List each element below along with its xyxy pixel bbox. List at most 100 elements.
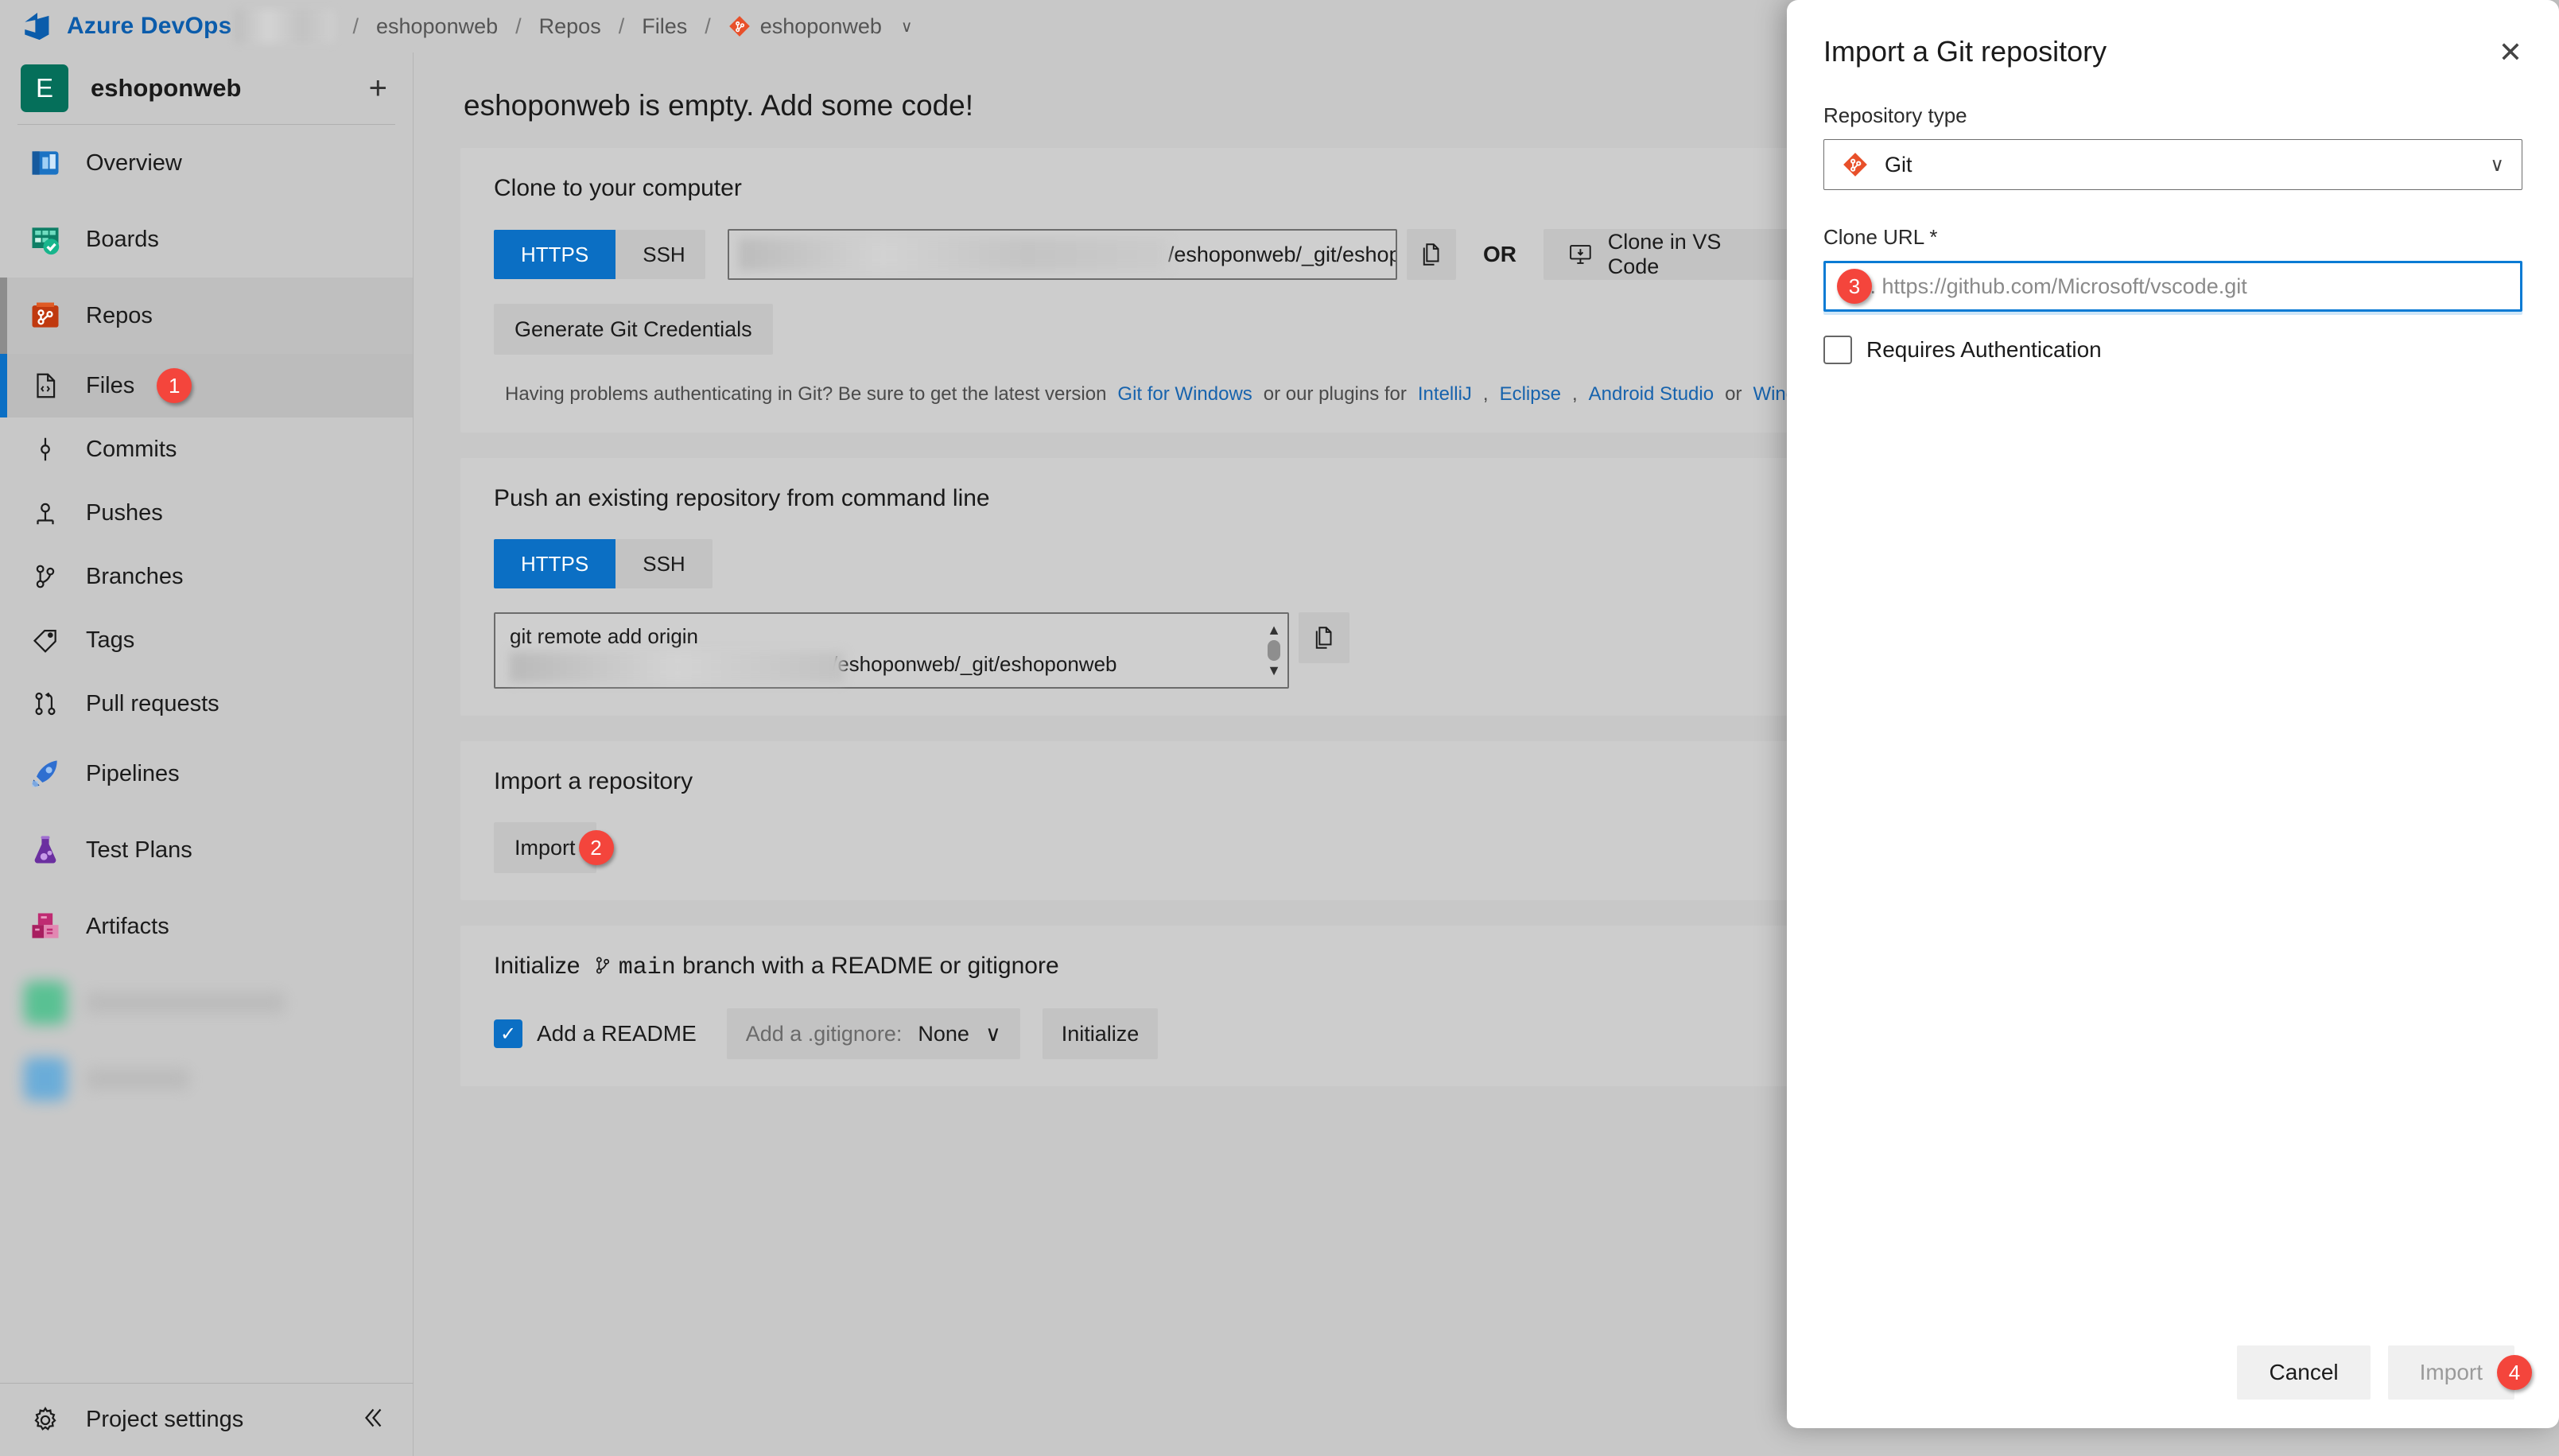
project-name: eshoponweb: [91, 74, 242, 102]
tags-icon: [21, 625, 70, 655]
requires-authentication-row[interactable]: Requires Authentication: [1823, 336, 2522, 364]
sidebar-item-redacted-2[interactable]: [0, 1041, 413, 1117]
boards-icon: [21, 222, 70, 257]
tab-ssh[interactable]: SSH: [615, 230, 705, 279]
copy-clone-url-button[interactable]: [1407, 229, 1456, 280]
import-button-wrap: Import 2: [494, 822, 614, 873]
clone-in-vs-code-label: Clone in VS Code: [1607, 230, 1722, 278]
clone-url-input-wrap[interactable]: e.g. https://github.com/Microsoft/vscode…: [1823, 261, 2522, 312]
sidebar-item-artifacts[interactable]: Artifacts: [0, 888, 413, 965]
scrollbar-thumb[interactable]: [1268, 640, 1280, 661]
sidebar-item-boards[interactable]: Boards: [0, 201, 413, 278]
repository-type-label: Repository type: [1823, 103, 1967, 127]
requires-authentication-label: Requires Authentication: [1866, 337, 2102, 362]
dialog-import-button[interactable]: Import: [2387, 1345, 2514, 1400]
push-card-title: Push an existing repository from command…: [494, 485, 990, 511]
tab-ssh[interactable]: SSH: [615, 539, 713, 588]
git-repo-icon: [728, 16, 750, 37]
sidebar-item-repos[interactable]: Repos: [0, 278, 413, 354]
clone-card-title: Clone to your computer: [494, 175, 742, 201]
sidebar-item-files[interactable]: Files 1: [0, 354, 413, 417]
push-commands-scrollbar[interactable]: ▲ ▼: [1264, 617, 1284, 684]
gitignore-value: None: [918, 1021, 969, 1046]
eclipse-link[interactable]: Eclipse: [1500, 383, 1561, 406]
sidebar-item-redacted-1[interactable]: [0, 965, 413, 1041]
artifacts-icon: [21, 909, 70, 944]
git-for-windows-link[interactable]: Git for Windows: [1117, 383, 1252, 406]
generate-git-credentials-button[interactable]: Generate Git Credentials: [494, 304, 773, 355]
sidebar-item-label: Project settings: [86, 1407, 244, 1432]
files-icon: [21, 371, 70, 401]
breadcrumb-separator: /: [352, 14, 359, 38]
intellij-link[interactable]: IntelliJ: [1418, 383, 1472, 406]
sidebar-item-pipelines[interactable]: Pipelines: [0, 736, 413, 812]
project-avatar: E: [21, 64, 68, 112]
triangle-down-icon[interactable]: ▼: [1267, 662, 1281, 679]
copy-icon: [1423, 243, 1439, 266]
repository-type-select[interactable]: Git ∨: [1823, 139, 2522, 190]
help-middle: or our plugins for: [1263, 383, 1407, 405]
breadcrumb-repo-selector[interactable]: eshoponweb ∨: [728, 14, 913, 39]
triangle-up-icon[interactable]: ▲: [1267, 622, 1281, 639]
push-card: Push an existing repository from command…: [460, 458, 1796, 716]
gear-icon: [21, 1405, 70, 1435]
git-icon: [1843, 153, 1867, 177]
organization-name-redacted: [235, 10, 336, 43]
breadcrumb-project[interactable]: eshoponweb: [376, 14, 498, 39]
sidebar-item-pull-requests[interactable]: Pull requests: [0, 672, 413, 736]
chevron-double-left-icon[interactable]: [358, 1404, 386, 1436]
breadcrumb-separator: /: [618, 14, 625, 38]
repository-type-value: Git: [1885, 152, 1912, 177]
step-badge-3: 3: [1837, 269, 1872, 304]
add-readme-label: Add a README: [537, 1021, 697, 1046]
initialize-button[interactable]: Initialize: [1042, 1008, 1159, 1059]
add-readme-checkbox[interactable]: ✓: [494, 1019, 522, 1048]
sidebar-item-pushes[interactable]: Pushes: [0, 481, 413, 545]
close-icon[interactable]: ✕: [2499, 38, 2522, 67]
monitor-download-icon: [1570, 245, 1591, 264]
help-or: or: [1725, 383, 1742, 405]
product-name[interactable]: Azure DevOps: [67, 13, 231, 40]
android-studio-link[interactable]: Android Studio: [1589, 383, 1714, 406]
breadcrumb-files[interactable]: Files: [642, 14, 687, 39]
clone-in-vs-code-button[interactable]: Clone in VS Code: [1543, 229, 1796, 280]
clone-url-label: Clone URL *: [1823, 225, 1938, 249]
initialize-title-prefix: Initialize: [494, 953, 581, 979]
clone-url-placeholder: e.g. https://github.com/Microsoft/vscode…: [1840, 274, 2247, 298]
project-header[interactable]: E eshoponweb +: [0, 52, 413, 124]
import-git-repository-dialog: Import a Git repository ✕ Repository typ…: [1787, 0, 2559, 1428]
or-label: OR: [1482, 242, 1516, 266]
cancel-button[interactable]: Cancel: [2237, 1345, 2371, 1400]
branch-icon: [596, 957, 609, 974]
dialog-footer: Cancel Import 4: [1787, 1317, 2559, 1428]
step-badge-4: 4: [2497, 1355, 2532, 1390]
gitignore-dropdown[interactable]: Add a .gitignore: None ∨: [726, 1008, 1020, 1059]
pipelines-icon: [21, 756, 70, 791]
overview-icon: [21, 146, 70, 181]
clone-url-field[interactable]: /eshoponweb/_git/eshop: [727, 229, 1397, 280]
sidebar-item-commits[interactable]: Commits: [0, 417, 413, 481]
initialize-title-suffix: branch with a README or gitignore: [682, 953, 1059, 979]
sidebar-item-tags[interactable]: Tags: [0, 608, 413, 672]
azure-devops-logo-icon[interactable]: [21, 10, 54, 43]
push-protocol-tabs: HTTPS SSH: [494, 539, 713, 588]
git-auth-help-text: Having problems authenticating in Git? B…: [494, 383, 1831, 406]
push-commands-box[interactable]: git remote add origin /eshoponweb/_git/e…: [494, 612, 1289, 689]
breadcrumb-repos[interactable]: Repos: [539, 14, 601, 39]
sidebar-item-test-plans[interactable]: Test Plans: [0, 812, 413, 888]
dialog-body: Repository type Git ∨ Clone URL * e.g. h…: [1787, 103, 2559, 364]
tab-https[interactable]: HTTPS: [494, 230, 616, 279]
sidebar-item-overview[interactable]: Overview: [0, 125, 413, 201]
pushes-icon: [21, 498, 70, 528]
requires-authentication-checkbox[interactable]: [1823, 336, 1852, 364]
copy-push-commands-button[interactable]: [1299, 612, 1349, 663]
sidebar-item-label: Artifacts: [86, 913, 169, 939]
clone-protocol-tabs: HTTPS SSH: [494, 230, 705, 279]
add-button[interactable]: +: [369, 72, 387, 104]
sidebar-item-project-settings[interactable]: Project settings: [0, 1383, 414, 1456]
tab-https[interactable]: HTTPS: [494, 539, 616, 588]
help-prefix: Having problems authenticating in Git? B…: [505, 383, 1107, 405]
sidebar-item-branches[interactable]: Branches: [0, 545, 413, 608]
repos-icon: [21, 298, 70, 333]
dialog-title: Import a Git repository: [1823, 35, 2107, 68]
